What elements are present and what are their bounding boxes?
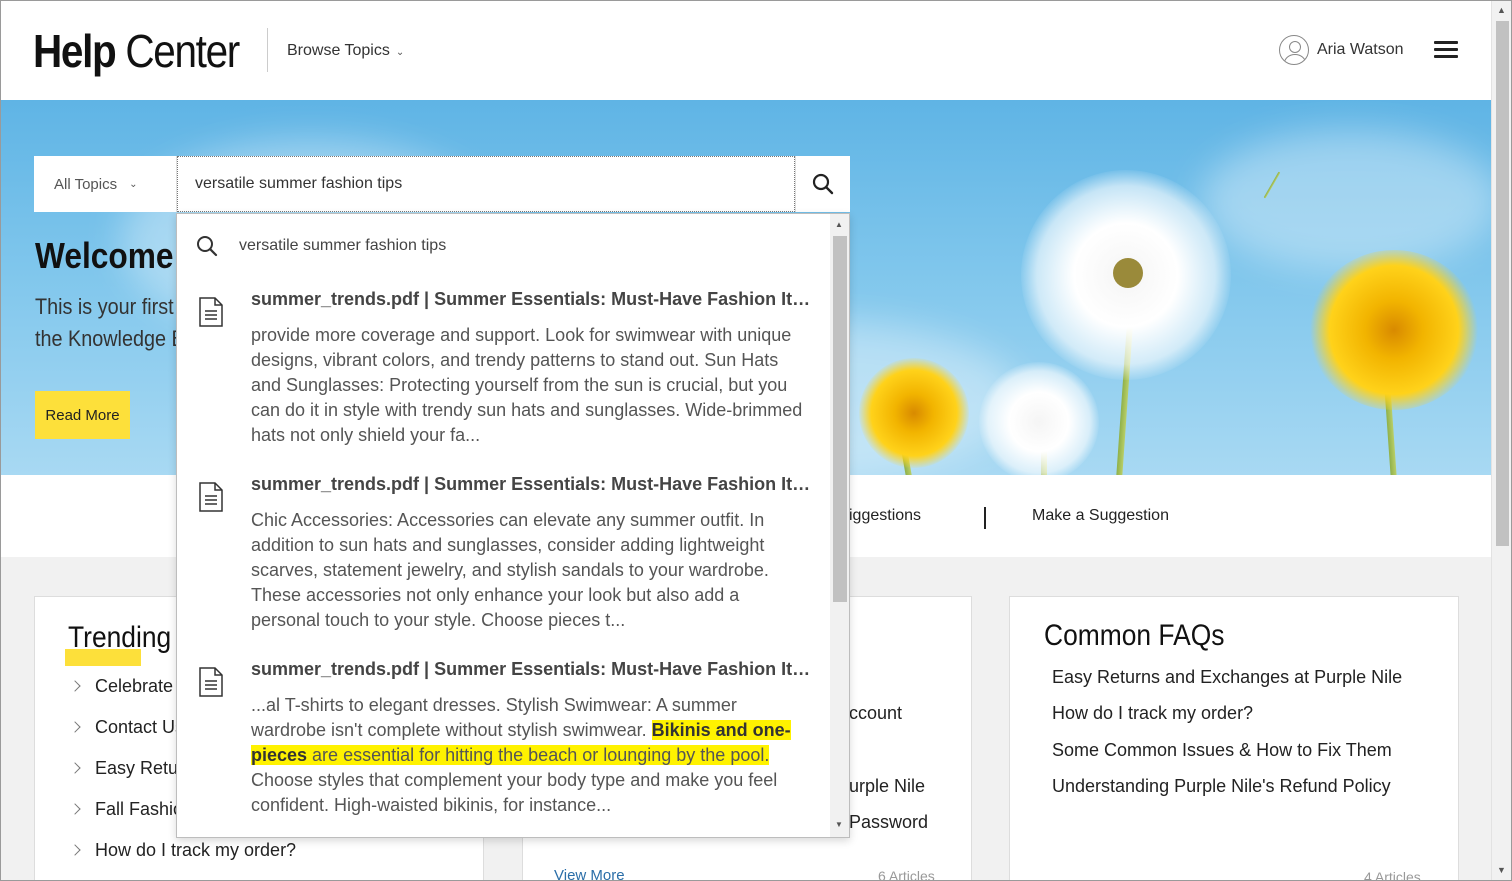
faq-item[interactable]: How do I track my order?	[1052, 703, 1253, 724]
document-icon	[199, 482, 223, 512]
user-menu[interactable]: Aria Watson	[1279, 35, 1404, 65]
browse-topics-label: Browse Topics	[287, 42, 390, 59]
highlighted-match: are essential for hitting the beach or l…	[307, 745, 770, 765]
trending-item[interactable]: How do I track my order?	[69, 840, 296, 861]
article-count: 4 Articles	[1364, 869, 1421, 881]
suggestion-query-text: versatile summer fashion tips	[239, 237, 447, 254]
article-count: 6 Articles	[878, 868, 935, 881]
result-snippet: ...al T-shirts to elegant dresses. Styli…	[251, 695, 791, 815]
hero-subtitle: This is your first the Knowledge B	[35, 294, 185, 351]
view-more-link[interactable]: View More	[554, 867, 625, 880]
common-faqs-title: Common FAQs	[1044, 619, 1225, 652]
chevron-right-icon	[69, 680, 81, 692]
topic-filter-select[interactable]: All Topics ⌄	[34, 156, 177, 212]
search-suggestions-dropdown: versatile summer fashion tips summer_tre…	[176, 213, 850, 838]
chevron-right-icon	[69, 762, 81, 774]
dropdown-scrollbar[interactable]: ▲ ▼	[830, 214, 849, 837]
make-suggestion-link[interactable]: Make a Suggestion	[1032, 507, 1169, 525]
chevron-down-icon: ⌄	[395, 46, 405, 58]
user-name: Aria Watson	[1317, 41, 1404, 58]
faq-item[interactable]: Easy Returns and Exchanges at Purple Nil…	[1052, 667, 1402, 688]
scroll-down-arrow-icon[interactable]: ▼	[835, 820, 843, 829]
dropdown-scrollbar-thumb[interactable]	[833, 236, 847, 602]
faq-item[interactable]: Understanding Purple Nile's Refund Polic…	[1052, 776, 1391, 797]
view-suggestions-link[interactable]: iggestions	[849, 507, 921, 525]
faq-item[interactable]: Some Common Issues & How to Fix Them	[1052, 740, 1392, 761]
search-button[interactable]	[795, 156, 850, 212]
account-item[interactable]: urple Nile	[849, 776, 925, 797]
trending-item[interactable]: Celebrate	[69, 676, 173, 697]
scroll-up-arrow-icon[interactable]: ▲	[835, 220, 843, 229]
chevron-right-icon	[69, 721, 81, 733]
document-icon	[199, 667, 223, 697]
topic-filter-label: All Topics	[54, 175, 118, 193]
account-item[interactable]: Password	[849, 812, 928, 833]
site-header: Help Center Browse Topics ⌄ Aria Watson	[1, 1, 1491, 100]
page-scrollbar-thumb[interactable]	[1496, 21, 1509, 546]
scroll-down-arrow-icon[interactable]: ▼	[1497, 865, 1506, 875]
browse-topics-menu[interactable]: Browse Topics ⌄	[287, 42, 404, 60]
trending-title: Trending	[68, 621, 172, 654]
document-icon	[199, 297, 223, 327]
nav-divider	[984, 507, 986, 529]
result-title: summer_trends.pdf | Summer Essentials: M…	[251, 659, 811, 679]
user-avatar-icon	[1279, 35, 1309, 65]
result-title: summer_trends.pdf | Summer Essentials: M…	[251, 289, 811, 309]
header-divider	[267, 28, 268, 72]
hamburger-menu-icon[interactable]	[1434, 41, 1458, 59]
trending-item[interactable]: Fall Fashio	[69, 799, 183, 820]
search-input[interactable]	[177, 156, 795, 212]
trending-item[interactable]: Contact Us	[69, 717, 184, 738]
read-more-button[interactable]: Read More	[35, 391, 130, 439]
suggestion-query-row[interactable]: versatile summer fashion tips	[195, 234, 446, 258]
result-snippet: Chic Accessories: Accessories can elevat…	[251, 510, 769, 630]
result-snippet: provide more coverage and support. Look …	[251, 325, 803, 445]
browser-viewport: Help Center Browse Topics ⌄ Aria Watson …	[0, 0, 1512, 881]
scroll-up-arrow-icon[interactable]: ▲	[1497, 5, 1506, 15]
chevron-right-icon	[69, 844, 81, 856]
chevron-right-icon	[69, 803, 81, 815]
search-icon	[197, 236, 218, 257]
result-title: summer_trends.pdf | Summer Essentials: M…	[251, 474, 811, 494]
account-item[interactable]: ccount	[849, 703, 902, 724]
chevron-down-icon: ⌄	[129, 178, 138, 190]
page-scrollbar[interactable]: ▲ ▼	[1491, 1, 1511, 880]
hero-welcome-heading: Welcome	[35, 235, 174, 276]
help-center-logo[interactable]: Help Center	[33, 23, 240, 79]
search-icon	[812, 173, 834, 195]
trending-item[interactable]: Easy Retur	[69, 758, 184, 779]
